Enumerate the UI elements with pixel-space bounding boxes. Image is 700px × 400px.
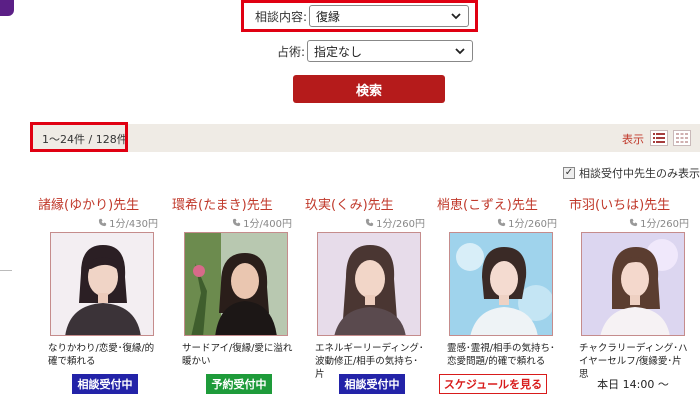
fortune-teller-card[interactable]: 玖実(くみ)先生 1分/260円 エネルギーリーディング･波動修正/相手の気持ち… xyxy=(305,194,433,400)
teller-price: 1分/400円 xyxy=(232,215,292,230)
teller-description: 霊感･霊視/相手の気持ち･恋愛問題/的確で頼れる xyxy=(447,343,555,367)
result-bar xyxy=(30,124,700,152)
teller-price: 1分/260円 xyxy=(629,215,689,230)
filter-label: 相談受付中先生のみ表示 xyxy=(579,167,700,180)
search-button[interactable]: 検索 xyxy=(293,75,445,103)
phone-icon xyxy=(366,218,374,227)
status-badge[interactable]: 相談受付中 xyxy=(339,374,405,394)
teller-description: サードアイ/復縁/愛に溢れ暖かい xyxy=(182,343,293,367)
status-badge[interactable]: 予約受付中 xyxy=(206,374,272,394)
fortune-teller-card[interactable]: 梢恵(こずえ)先生 1分/260円 霊感･霊視/相手の気持ち･恋愛問題/的確で頼… xyxy=(437,194,565,400)
next-available-time: 本日 14:00 〜 xyxy=(597,378,669,391)
phone-icon xyxy=(233,218,241,227)
phone-icon xyxy=(630,218,638,227)
side-tab[interactable] xyxy=(0,0,14,16)
fortune-teller-card[interactable]: 市羽(いちは)先生 1分/260円 チャクラリーディング･ハイヤーセルフ/復縁愛… xyxy=(569,194,697,400)
filter-checkbox[interactable]: ✓ xyxy=(563,167,575,179)
grid-view-icon[interactable] xyxy=(673,130,691,146)
highlight-box-count xyxy=(30,122,128,152)
teller-name[interactable]: 梢恵(こずえ)先生 xyxy=(437,194,538,213)
highlight-box-consultation xyxy=(241,0,478,32)
teller-name[interactable]: 環希(たまき)先生 xyxy=(172,194,273,213)
divider xyxy=(0,270,12,271)
divination-label: 占術: xyxy=(277,44,306,59)
teller-photo[interactable] xyxy=(449,232,553,336)
teller-photo[interactable] xyxy=(184,232,288,336)
teller-photo[interactable] xyxy=(50,232,154,336)
fortune-teller-card[interactable]: 環希(たまき)先生 1分/400円 サードアイ/復縁/愛に溢れ暖かい 予約受付中 xyxy=(172,194,300,400)
fortune-teller-card[interactable]: 諸縁(ゆかり)先生 1分/430円 なりかわり/恋愛･復縁/的確で頼れる 相談受… xyxy=(38,194,166,400)
divination-select[interactable]: 指定なし xyxy=(307,40,474,62)
teller-description: なりかわり/恋愛･復縁/的確で頼れる xyxy=(48,343,155,367)
teller-name[interactable]: 市羽(いちは)先生 xyxy=(569,194,670,213)
list-view-icon[interactable] xyxy=(650,130,668,146)
teller-photo[interactable] xyxy=(317,232,421,336)
teller-name[interactable]: 玖実(くみ)先生 xyxy=(305,194,394,213)
teller-name[interactable]: 諸縁(ゆかり)先生 xyxy=(38,194,139,213)
phone-icon xyxy=(498,218,506,227)
teller-price: 1分/260円 xyxy=(497,215,557,230)
divination-row: 占術: 指定なし xyxy=(277,40,474,62)
teller-price: 1分/260円 xyxy=(365,215,425,230)
divination-value: 指定なし xyxy=(314,44,363,59)
status-badge[interactable]: 相談受付中 xyxy=(72,374,138,394)
display-label: 表示 xyxy=(622,133,644,146)
teller-price: 1分/430円 xyxy=(98,215,158,230)
teller-photo[interactable] xyxy=(581,232,685,336)
available-only-filter[interactable]: ✓ 相談受付中先生のみ表示 xyxy=(563,165,700,181)
chevron-down-icon xyxy=(454,45,466,57)
schedule-button[interactable]: スケジュールを見る xyxy=(439,374,547,394)
phone-icon xyxy=(99,218,107,227)
